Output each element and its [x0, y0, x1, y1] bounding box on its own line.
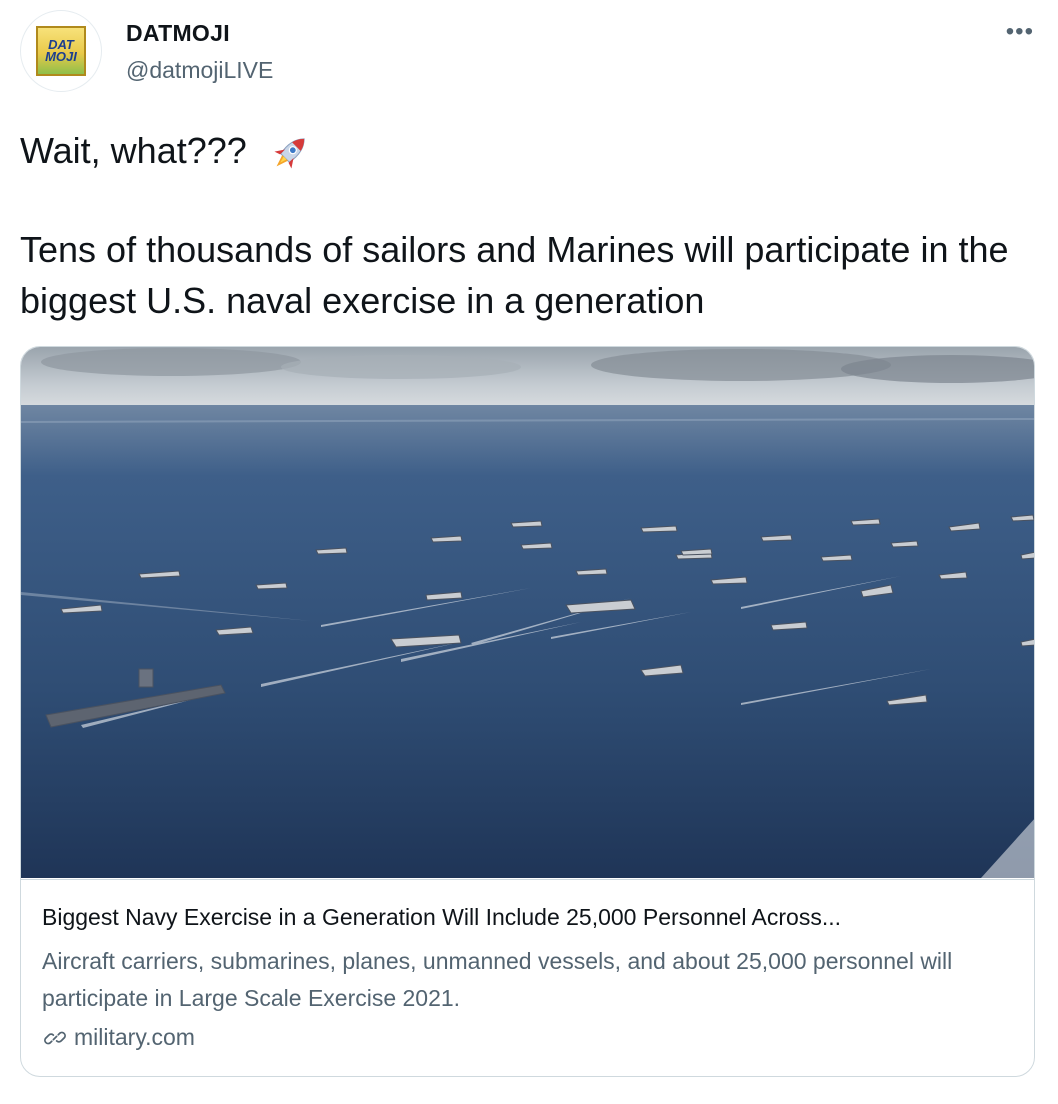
- card-image: [21, 347, 1034, 878]
- tweet-text-intro: Wait, what???: [20, 130, 247, 171]
- author-handle[interactable]: @datmojiLIVE: [126, 57, 273, 84]
- card-description: Aircraft carriers, submarines, planes, u…: [42, 948, 953, 1011]
- card-meta[interactable]: Biggest Navy Exercise in a Generation Wi…: [21, 879, 1034, 1076]
- tweet-text-line1: Wait, what???: [20, 125, 1030, 176]
- card-title[interactable]: Biggest Navy Exercise in a Generation Wi…: [42, 904, 1012, 931]
- avatar-text-bottom: MOJI: [45, 49, 77, 64]
- rocket-icon: [274, 138, 305, 170]
- avatar[interactable]: DAT MOJI: [20, 10, 102, 92]
- card-domain-text: military.com: [74, 1024, 195, 1050]
- tweet: DAT MOJI DATMOJI @datmojiLIVE ••• Wait, …: [0, 0, 1058, 1104]
- more-options-icon[interactable]: •••: [1006, 18, 1034, 46]
- card-domain[interactable]: military.com: [42, 1024, 195, 1051]
- author-name[interactable]: DATMOJI: [126, 20, 230, 47]
- datmoji-logo: DAT MOJI: [36, 26, 86, 76]
- link-icon: [44, 1031, 66, 1044]
- tweet-text-body: Tens of thousands of sailors and Marines…: [20, 229, 1009, 321]
- link-card[interactable]: Biggest Navy Exercise in a Generation Wi…: [20, 346, 1035, 1077]
